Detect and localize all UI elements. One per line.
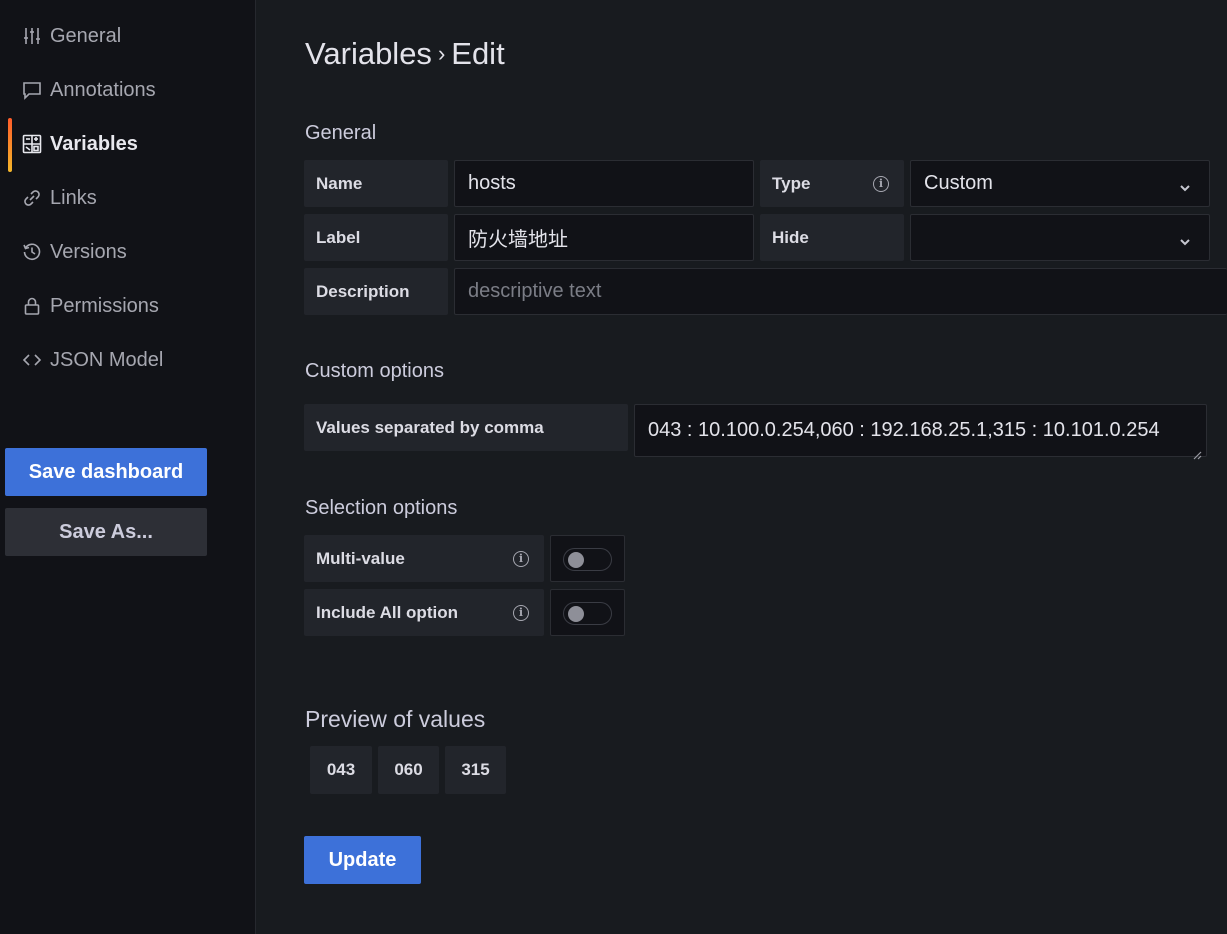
include-all-label-text: Include All option	[316, 602, 458, 622]
sidebar-item-label: General	[50, 24, 122, 47]
settings-sidebar: General Annotations Variables Links Vers…	[0, 0, 256, 934]
general-section-heading: General	[305, 122, 377, 144]
sidebar-item-label: Variables	[50, 132, 138, 155]
sidebar-item-variables[interactable]: Variables	[0, 124, 256, 164]
sidebar-item-json-model[interactable]: JSON Model	[0, 340, 256, 380]
sidebar-item-label: JSON Model	[50, 348, 164, 371]
breadcrumb-variables[interactable]: Variables	[305, 36, 432, 71]
toggle-knob	[568, 552, 584, 568]
chevron-down-icon	[1179, 177, 1191, 192]
type-select[interactable]: Custom	[910, 160, 1210, 207]
hide-select[interactable]	[910, 214, 1210, 261]
label-input[interactable]: 防火墙地址	[454, 214, 754, 261]
code-brackets-icon	[21, 349, 43, 371]
multi-value-toggle[interactable]	[563, 548, 612, 571]
toggle-knob	[568, 606, 584, 622]
preview-value-chip: 060	[378, 746, 439, 794]
link-icon	[21, 187, 43, 209]
variables-grid-icon	[21, 133, 43, 155]
multi-value-switch-field	[550, 535, 625, 582]
resize-handle-icon[interactable]	[1193, 443, 1202, 460]
lock-icon	[21, 295, 43, 317]
info-icon[interactable]: i	[873, 176, 889, 192]
values-separated-label: Values separated by comma	[304, 404, 628, 451]
page-title: Variables › Edit	[305, 36, 505, 72]
custom-options-heading: Custom options	[305, 360, 444, 382]
name-input[interactable]: hosts	[454, 160, 754, 207]
include-all-toggle[interactable]	[563, 602, 612, 625]
description-input[interactable]: descriptive text	[454, 268, 1227, 315]
breadcrumb-separator: ›	[437, 41, 446, 66]
sidebar-item-label: Links	[50, 186, 97, 209]
multi-value-label-text: Multi-value	[316, 548, 405, 568]
label-label: Label	[304, 214, 448, 261]
type-select-value: Custom	[924, 172, 993, 194]
name-label: Name	[304, 160, 448, 207]
type-label: Type i	[760, 160, 904, 207]
preview-value-chip: 043	[310, 746, 372, 794]
sidebar-item-permissions[interactable]: Permissions	[0, 286, 256, 326]
sliders-icon	[21, 25, 43, 47]
sidebar-item-label: Annotations	[50, 78, 156, 101]
chevron-down-icon	[1179, 231, 1191, 246]
include-all-label: Include All option i	[304, 589, 544, 636]
preview-value-chip: 315	[445, 746, 506, 794]
update-button[interactable]: Update	[304, 836, 421, 884]
preview-heading: Preview of values	[305, 706, 486, 732]
custom-values-text: 043 : 10.100.0.254,060 : 192.168.25.1,31…	[648, 419, 1160, 441]
comment-icon	[21, 79, 43, 101]
hide-label: Hide	[760, 214, 904, 261]
sidebar-item-links[interactable]: Links	[0, 178, 256, 218]
type-label-text: Type	[772, 173, 811, 193]
sidebar-item-annotations[interactable]: Annotations	[0, 70, 256, 110]
save-as-button[interactable]: Save As...	[5, 508, 207, 556]
sidebar-item-versions[interactable]: Versions	[0, 232, 256, 272]
description-label: Description	[304, 268, 448, 315]
sidebar-item-label: Permissions	[50, 294, 159, 317]
sidebar-item-general[interactable]: General	[0, 16, 256, 56]
sidebar-item-label: Versions	[50, 240, 127, 263]
history-icon	[21, 241, 43, 263]
save-dashboard-button[interactable]: Save dashboard	[5, 448, 207, 496]
include-all-switch-field	[550, 589, 625, 636]
custom-values-textarea[interactable]: 043 : 10.100.0.254,060 : 192.168.25.1,31…	[634, 404, 1207, 460]
breadcrumb-edit: Edit	[451, 36, 505, 71]
multi-value-label: Multi-value i	[304, 535, 544, 582]
selection-options-heading: Selection options	[305, 497, 458, 519]
info-icon[interactable]: i	[513, 551, 529, 567]
info-icon[interactable]: i	[513, 605, 529, 621]
